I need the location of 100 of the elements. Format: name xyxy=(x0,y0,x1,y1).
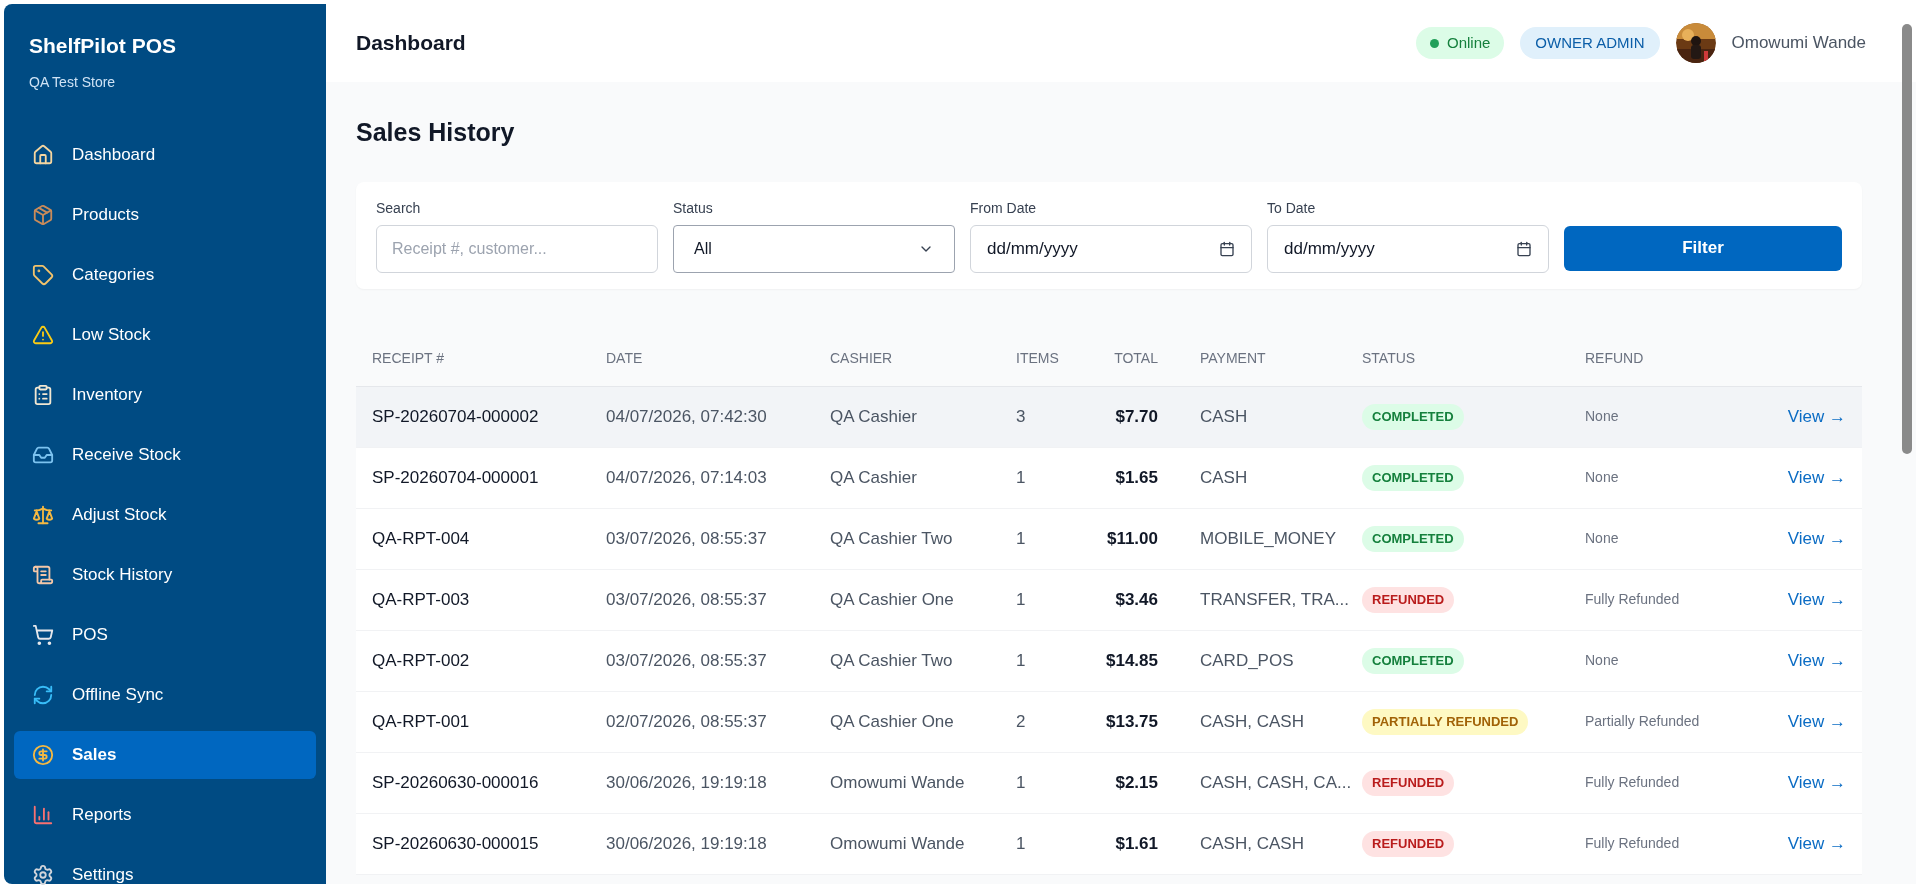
sidebar-item[interactable]: POS xyxy=(14,610,316,659)
table-cell-text: QA-RPT-001 xyxy=(372,710,471,733)
field-label: To Date xyxy=(1267,198,1317,218)
header-title: Dashboard xyxy=(356,30,466,57)
sidebar-item[interactable]: Dashboard xyxy=(14,130,316,179)
table-row[interactable]: SP-20260630-000016 30/06/2026, 19:19:18 Omowumi Wande 1 $2.15 CASH, CASH, CA... REFUNDED Fully Refunded View → xyxy=(356,752,1862,814)
sidebar-item[interactable]: Reports xyxy=(14,790,316,839)
column-header: RECEIPT # xyxy=(372,348,446,368)
table-cell-text: QA Cashier One xyxy=(830,710,955,733)
view-link[interactable]: View → xyxy=(1787,647,1846,674)
store-name: QA Test Store xyxy=(29,72,117,92)
status-badge: REFUNDED xyxy=(1362,770,1455,796)
view-link[interactable]: View → xyxy=(1787,464,1846,491)
column-header: ITEMS xyxy=(1016,348,1060,368)
table-cell-text: Fully Refunded xyxy=(1585,773,1681,792)
table-cell-text: 1 xyxy=(1016,649,1027,672)
table-cell-text: CASH xyxy=(1199,466,1249,489)
table-row[interactable]: SP-20260630-000015 30/06/2026, 19:19:18 Omowumi Wande 1 $1.61 CASH, CASH REFUNDED Fully Refunded View → xyxy=(356,813,1862,875)
table-cell-text: $2.15 xyxy=(1114,771,1159,794)
table-cell-text: None xyxy=(1585,407,1620,426)
to-date-field[interactable]: dd/mm/yyyy xyxy=(1267,224,1549,273)
table-cell-text: $1.61 xyxy=(1114,832,1159,855)
sync-icon xyxy=(32,683,54,706)
table-cell-text: Fully Refunded xyxy=(1585,834,1681,853)
column-header: CASHIER xyxy=(830,348,894,368)
user-name: Omowumi Wande xyxy=(1731,32,1866,55)
role-badge: OWNER ADMIN xyxy=(1520,26,1660,60)
table-cell-text: $1.65 xyxy=(1114,466,1159,489)
table-cell-text: TRANSFER, TRA... xyxy=(1199,588,1350,611)
table-row[interactable]: QA-RPT-001 02/07/2026, 08:55:37 QA Cashier One 2 $13.75 CASH, CASH PARTIALLY REFUNDED Partially Refunded View → xyxy=(356,691,1862,753)
sidebar-item[interactable]: Stock History xyxy=(14,550,316,599)
column-header: TOTAL xyxy=(1113,348,1159,368)
table-cell-text: 04/07/2026, 07:14:03 xyxy=(606,466,768,489)
sidebar-item[interactable]: Sales xyxy=(14,730,316,779)
status-badge: COMPLETED xyxy=(1362,526,1464,552)
from-date-field[interactable]: dd/mm/yyyy xyxy=(970,224,1252,273)
table-cell-text: SP-20260704-000002 xyxy=(372,405,540,428)
table-cell-text: 03/07/2026, 08:55:37 xyxy=(606,527,768,550)
table-cell-text: 1 xyxy=(1016,527,1027,550)
bar-chart-icon xyxy=(32,803,54,826)
status-badge: REFUNDED xyxy=(1362,831,1455,857)
status-badge: COMPLETED xyxy=(1362,404,1464,430)
table-cell-text: CASH xyxy=(1199,405,1249,428)
table-row[interactable]: SP-20260704-000002 04/07/2026, 07:42:30 QA Cashier 3 $7.70 CASH COMPLETED None View → xyxy=(356,386,1862,448)
sidebar-item[interactable]: Adjust Stock xyxy=(14,490,316,539)
field-label: From Date xyxy=(970,198,1038,218)
table-cell-text: 2 xyxy=(1016,710,1027,733)
settings-icon xyxy=(32,863,54,886)
table-cell-text: QA Cashier xyxy=(830,466,918,489)
view-link[interactable]: View → xyxy=(1787,769,1846,796)
table-cell-text: $13.75 xyxy=(1105,710,1159,733)
app-name: ShelfPilot POS xyxy=(29,33,178,59)
field-label: Search xyxy=(376,198,422,218)
search-field[interactable]: Receipt #, customer... xyxy=(376,224,658,273)
table-cell-text: 1 xyxy=(1016,832,1027,855)
scales-icon xyxy=(32,503,54,526)
view-link[interactable]: View → xyxy=(1787,708,1846,735)
table-cell-text: 03/07/2026, 08:55:37 xyxy=(606,588,768,611)
table-cell-text: 30/06/2026, 19:19:18 xyxy=(606,832,768,855)
clipboard-icon xyxy=(32,383,54,406)
table-cell-text: QA Cashier One xyxy=(830,588,955,611)
sidebar-item[interactable]: Settings xyxy=(14,850,316,888)
tag-icon xyxy=(32,263,54,286)
view-link[interactable]: View → xyxy=(1787,403,1846,430)
table-cell-text: Omowumi Wande xyxy=(830,832,966,855)
column-header: DATE xyxy=(606,348,644,368)
table-cell-text: 3 xyxy=(1016,405,1027,428)
table-cell-text: SP-20260630-000015 xyxy=(372,832,540,855)
filter-button[interactable]: Filter xyxy=(1564,225,1842,271)
view-link[interactable]: View → xyxy=(1787,586,1846,613)
table-row[interactable]: QA-RPT-002 03/07/2026, 08:55:37 QA Cashier Two 1 $14.85 CARD_POS COMPLETED None View → xyxy=(356,630,1862,692)
table-cell-text: QA-RPT-003 xyxy=(372,588,471,611)
table-cell-text: QA Cashier Two xyxy=(830,527,954,550)
sidebar-item[interactable]: Products xyxy=(14,190,316,239)
table-row[interactable]: SP-20260704-000001 04/07/2026, 07:14:03 QA Cashier 1 $1.65 CASH COMPLETED None View → xyxy=(356,447,1862,509)
table-cell-text: CARD_POS xyxy=(1199,649,1295,672)
cart-icon xyxy=(32,623,54,646)
table-cell-text: SP-20260630-000016 xyxy=(372,771,540,794)
field-label: Status xyxy=(673,198,714,218)
online-status-badge: Online xyxy=(1416,26,1505,60)
table-cell-text: MOBILE_MONEY xyxy=(1199,527,1338,550)
table-cell-text: $7.70 xyxy=(1114,405,1159,428)
status-dropdown[interactable]: All xyxy=(673,224,955,273)
sidebar-item[interactable]: Receive Stock xyxy=(14,430,316,479)
status-badge: COMPLETED xyxy=(1362,465,1464,491)
sidebar-item[interactable]: Low Stock xyxy=(14,310,316,359)
table-cell-text: Omowumi Wande xyxy=(830,771,966,794)
sidebar-item[interactable]: Offline Sync xyxy=(14,670,316,719)
sidebar-item[interactable]: Inventory xyxy=(14,370,316,419)
table-row[interactable]: QA-RPT-003 03/07/2026, 08:55:37 QA Cashier One 1 $3.46 TRANSFER, TRA... REFUNDED Fully Refunded View → xyxy=(356,569,1862,631)
sidebar-item[interactable]: Categories xyxy=(14,250,316,299)
table-cell-text: 1 xyxy=(1016,771,1027,794)
table-cell-text: None xyxy=(1585,468,1620,487)
table-cell-text: $11.00 xyxy=(1105,527,1159,550)
scroll-icon xyxy=(32,563,54,586)
house-icon xyxy=(32,143,54,166)
view-link[interactable]: View → xyxy=(1787,525,1846,552)
table-cell-text: None xyxy=(1585,529,1620,548)
table-row[interactable]: QA-RPT-004 03/07/2026, 08:55:37 QA Cashier Two 1 $11.00 MOBILE_MONEY COMPLETED None View → xyxy=(356,508,1862,570)
view-link[interactable]: View → xyxy=(1787,830,1846,857)
